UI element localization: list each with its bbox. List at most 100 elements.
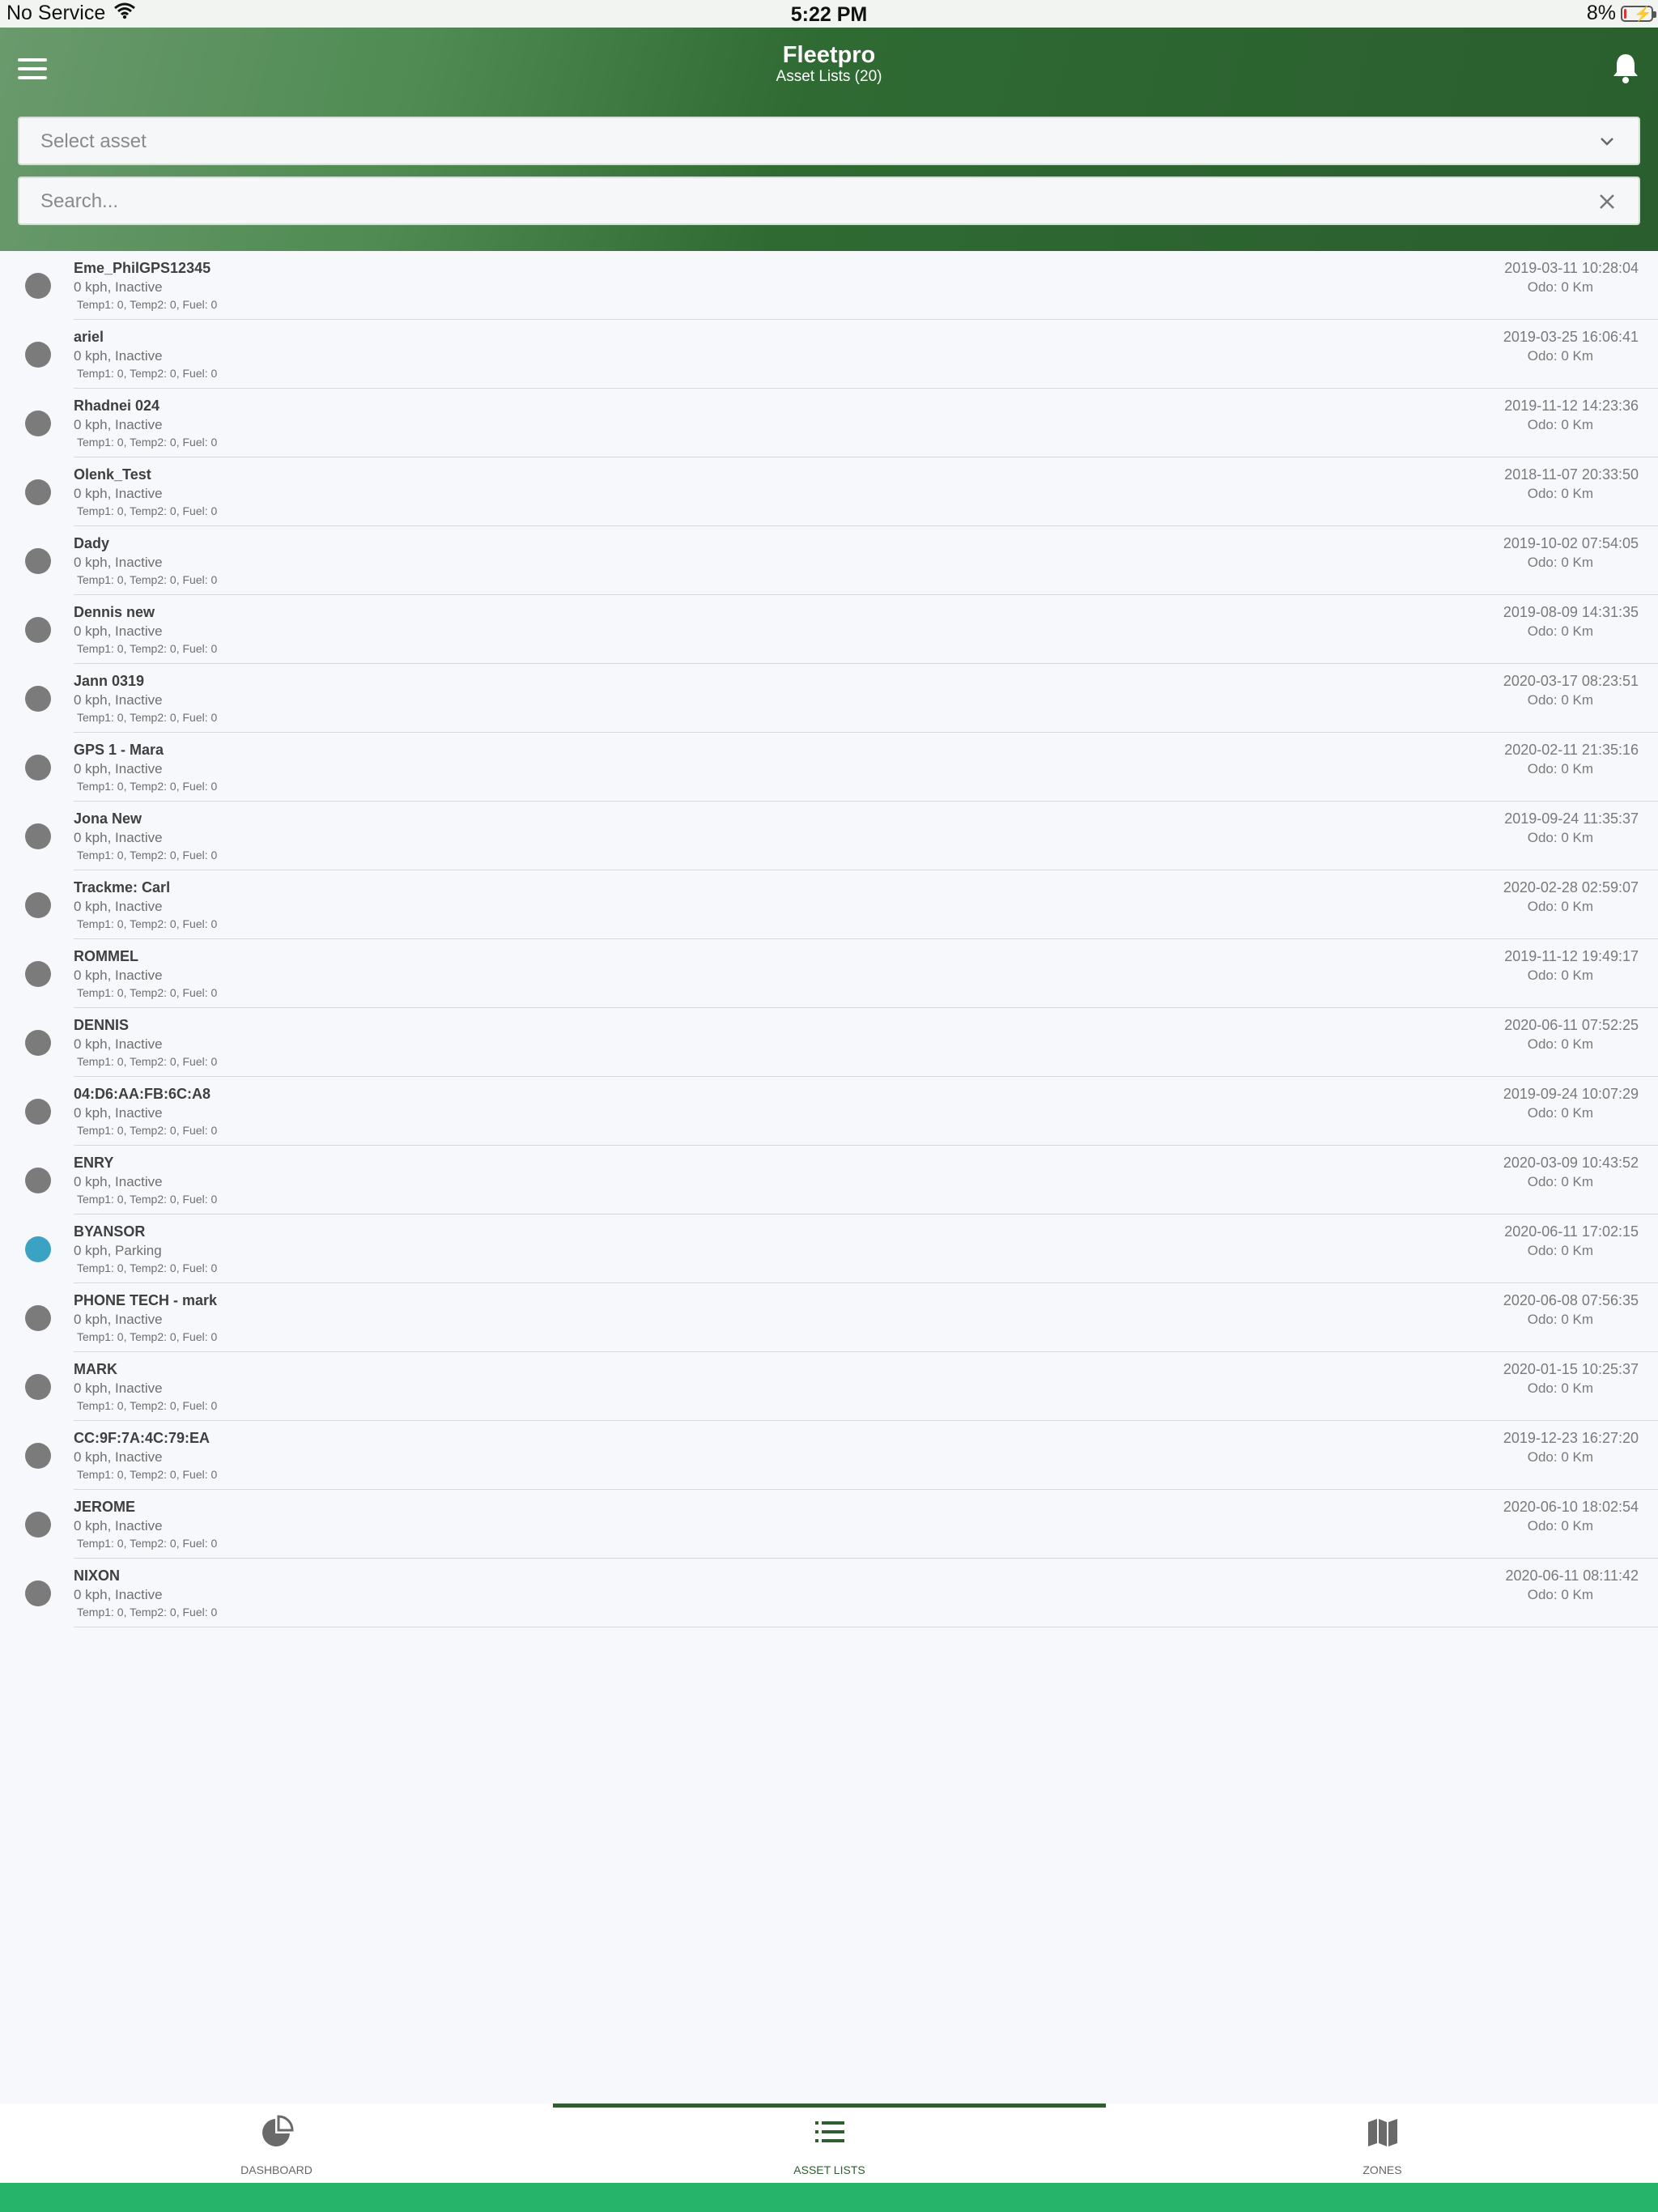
status-dot-icon xyxy=(25,686,51,712)
tab-zones[interactable]: ZONES xyxy=(1106,2104,1658,2183)
asset-name: Dennis new xyxy=(74,604,155,620)
asset-row[interactable]: Jona New 0 kph, Inactive Temp1: 0, Temp2: … xyxy=(0,802,1658,870)
asset-sensors: Temp1: 0, Temp2: 0, Fuel: 0 xyxy=(77,298,218,311)
asset-timestamp: 2018-11-07 20:33:50 xyxy=(1504,466,1639,483)
asset-row[interactable]: CC:9F:7A:4C:79:EA 0 kph, Inactive Temp1: 0… xyxy=(0,1421,1658,1490)
asset-name: GPS 1 - Mara xyxy=(74,742,164,758)
bottom-tab-bar: DASHBOARD ASSET LISTS ZONES xyxy=(0,2104,1658,2183)
asset-name: JEROME xyxy=(74,1499,136,1515)
asset-timestamp: 2020-06-11 08:11:42 xyxy=(1505,1568,1639,1584)
status-dot-icon xyxy=(25,1305,51,1331)
map-icon xyxy=(1366,2115,1400,2149)
asset-row[interactable]: Jann 0319 0 kph, Inactive Temp1: 0, Temp2:… xyxy=(0,664,1658,733)
asset-sensors: Temp1: 0, Temp2: 0, Fuel: 0 xyxy=(77,1055,218,1068)
asset-sensors: Temp1: 0, Temp2: 0, Fuel: 0 xyxy=(77,1399,218,1412)
asset-timestamp: 2020-03-17 08:23:51 xyxy=(1503,673,1639,689)
asset-row[interactable]: ariel 0 kph, Inactive Temp1: 0, Temp2: 0, … xyxy=(0,320,1658,389)
asset-timestamp: 2019-08-09 14:31:35 xyxy=(1503,604,1639,620)
asset-name: Rhadnei 024 xyxy=(74,398,160,414)
asset-row[interactable]: ENRY 0 kph, Inactive Temp1: 0, Temp2: 0, F… xyxy=(0,1146,1658,1214)
tab-label: ZONES xyxy=(1363,2163,1402,2176)
status-dot-icon xyxy=(25,479,51,505)
asset-row[interactable]: Trackme: Carl 0 kph, Inactive Temp1: 0, Te… xyxy=(0,870,1658,939)
tab-asset-lists[interactable]: ASSET LISTS xyxy=(553,2104,1106,2183)
asset-sensors: Temp1: 0, Temp2: 0, Fuel: 0 xyxy=(77,1330,218,1343)
asset-row[interactable]: Olenk_Test 0 kph, Inactive Temp1: 0, Temp2… xyxy=(0,457,1658,526)
asset-odometer: Odo: 0 Km xyxy=(1527,692,1593,708)
asset-name: Dady xyxy=(74,535,110,551)
asset-odometer: Odo: 0 Km xyxy=(1527,417,1593,432)
asset-status: 0 kph, Inactive xyxy=(74,1380,163,1396)
asset-sensors: Temp1: 0, Temp2: 0, Fuel: 0 xyxy=(77,436,218,449)
asset-sensors: Temp1: 0, Temp2: 0, Fuel: 0 xyxy=(77,986,218,999)
asset-row[interactable]: MARK 0 kph, Inactive Temp1: 0, Temp2: 0, F… xyxy=(0,1352,1658,1421)
asset-row[interactable]: 04:D6:AA:FB:6C:A8 0 kph, Inactive Temp1: 0… xyxy=(0,1077,1658,1146)
asset-sensors: Temp1: 0, Temp2: 0, Fuel: 0 xyxy=(77,642,218,655)
tab-dashboard[interactable]: DASHBOARD xyxy=(0,2104,553,2183)
asset-timestamp: 2019-10-02 07:54:05 xyxy=(1503,535,1639,551)
asset-row[interactable]: BYANSOR 0 kph, Parking Temp1: 0, Temp2: 0,… xyxy=(0,1214,1658,1283)
app-title: Fleetpro xyxy=(782,42,876,68)
status-dot-icon xyxy=(25,1168,51,1193)
asset-row[interactable]: JEROME 0 kph, Inactive Temp1: 0, Temp2: 0,… xyxy=(0,1490,1658,1559)
asset-status: 0 kph, Inactive xyxy=(74,1312,163,1327)
tab-label: DASHBOARD xyxy=(240,2163,312,2176)
asset-list: Eme_PhilGPS12345 0 kph, Inactive Temp1: 0,… xyxy=(0,251,1658,1627)
asset-name: Jona New xyxy=(74,810,142,827)
charging-bolt-icon: ⚡ xyxy=(1634,5,1652,22)
asset-row[interactable]: PHONE TECH - mark 0 kph, Inactive Temp1: 0… xyxy=(0,1283,1658,1352)
asset-status: 0 kph, Parking xyxy=(74,1243,162,1258)
asset-sensors: Temp1: 0, Temp2: 0, Fuel: 0 xyxy=(77,711,218,724)
asset-row[interactable]: Dady 0 kph, Inactive Temp1: 0, Temp2: 0, F… xyxy=(0,526,1658,595)
status-dot-icon xyxy=(25,1512,51,1538)
asset-name: Olenk_Test xyxy=(74,466,151,483)
asset-status: 0 kph, Inactive xyxy=(74,279,163,295)
notification-bell-icon[interactable] xyxy=(1611,52,1640,84)
asset-name: MARK xyxy=(74,1361,117,1377)
asset-status: 0 kph, Inactive xyxy=(74,761,163,776)
asset-timestamp: 2020-06-11 07:52:25 xyxy=(1504,1017,1639,1033)
status-bar: No Service 5:22 PM 8% ⚡ xyxy=(0,0,1658,28)
asset-name: NIXON xyxy=(74,1568,121,1584)
asset-sensors: Temp1: 0, Temp2: 0, Fuel: 0 xyxy=(77,1537,218,1550)
asset-odometer: Odo: 0 Km xyxy=(1527,830,1593,845)
bottom-accent-strip xyxy=(0,2183,1658,2212)
tab-label: ASSET LISTS xyxy=(793,2163,865,2176)
asset-odometer: Odo: 0 Km xyxy=(1527,1105,1593,1121)
asset-row[interactable]: GPS 1 - Mara 0 kph, Inactive Temp1: 0, Tem… xyxy=(0,733,1658,802)
asset-odometer: Odo: 0 Km xyxy=(1527,1587,1593,1602)
asset-odometer: Odo: 0 Km xyxy=(1527,968,1593,983)
asset-status: 0 kph, Inactive xyxy=(74,899,163,914)
asset-odometer: Odo: 0 Km xyxy=(1527,348,1593,364)
status-dot-icon xyxy=(25,755,51,781)
status-dot-icon xyxy=(25,1374,51,1400)
asset-name: 04:D6:AA:FB:6C:A8 xyxy=(74,1086,211,1102)
search-input[interactable]: Search... xyxy=(18,177,1640,225)
status-dot-icon xyxy=(25,548,51,574)
asset-odometer: Odo: 0 Km xyxy=(1527,1380,1593,1396)
asset-odometer: Odo: 0 Km xyxy=(1527,623,1593,639)
asset-row[interactable]: NIXON 0 kph, Inactive Temp1: 0, Temp2: 0, … xyxy=(0,1559,1658,1627)
clear-search-icon[interactable] xyxy=(1596,191,1618,212)
asset-name: Jann 0319 xyxy=(74,673,145,689)
asset-name: ENRY xyxy=(74,1155,114,1171)
asset-status: 0 kph, Inactive xyxy=(74,1518,163,1534)
asset-row[interactable]: DENNIS 0 kph, Inactive Temp1: 0, Temp2: 0,… xyxy=(0,1008,1658,1077)
asset-sensors: Temp1: 0, Temp2: 0, Fuel: 0 xyxy=(77,367,218,380)
asset-row[interactable]: ROMMEL 0 kph, Inactive Temp1: 0, Temp2: 0,… xyxy=(0,939,1658,1008)
app-header: Fleetpro Asset Lists (20) Select asset S… xyxy=(0,28,1658,251)
asset-odometer: Odo: 0 Km xyxy=(1527,1036,1593,1052)
asset-row[interactable]: Rhadnei 024 0 kph, Inactive Temp1: 0, Temp… xyxy=(0,389,1658,457)
asset-name: BYANSOR xyxy=(74,1223,146,1240)
select-asset-dropdown[interactable]: Select asset xyxy=(18,117,1640,165)
asset-row[interactable]: Dennis new 0 kph, Inactive Temp1: 0, Temp2… xyxy=(0,595,1658,664)
asset-status: 0 kph, Inactive xyxy=(74,555,163,570)
asset-timestamp: 2019-03-25 16:06:41 xyxy=(1503,329,1639,345)
status-dot-icon xyxy=(25,1030,51,1056)
asset-odometer: Odo: 0 Km xyxy=(1527,1518,1593,1534)
asset-row[interactable]: Eme_PhilGPS12345 0 kph, Inactive Temp1: 0,… xyxy=(0,251,1658,320)
status-dot-icon xyxy=(25,617,51,643)
asset-timestamp: 2020-02-11 21:35:16 xyxy=(1504,742,1639,758)
status-dot-icon xyxy=(25,273,51,299)
asset-timestamp: 2019-09-24 10:07:29 xyxy=(1503,1086,1639,1102)
